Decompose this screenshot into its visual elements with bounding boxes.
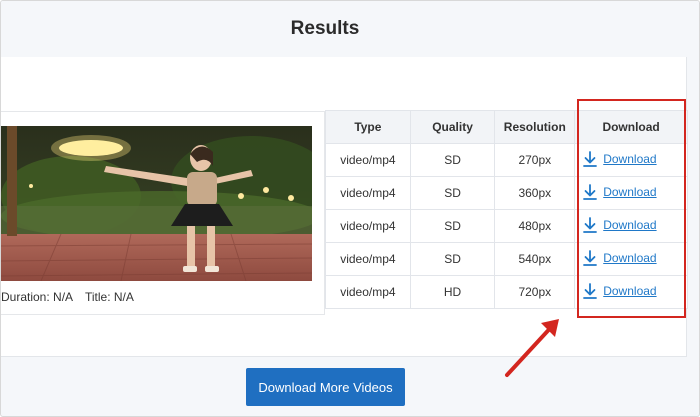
annotation-arrow-icon: [505, 319, 559, 377]
cell-resolution: 270px: [494, 143, 576, 177]
cell-resolution: 360px: [494, 176, 576, 210]
download-link-label: Download: [603, 184, 657, 199]
video-thumbnail-image: [1, 126, 312, 281]
download-arrow-icon: [583, 249, 598, 266]
cell-type: video/mp4: [325, 242, 411, 276]
cell-resolution: 480px: [494, 209, 576, 243]
download-link[interactable]: Download: [583, 282, 657, 299]
download-link-label: Download: [603, 151, 657, 166]
download-arrow-icon: [583, 150, 598, 167]
header-type: Type: [325, 110, 411, 144]
results-title: Results: [290, 18, 360, 39]
cell-type: video/mp4: [325, 209, 411, 243]
download-arrow-icon: [583, 183, 598, 200]
cell-type: video/mp4: [325, 275, 411, 309]
cell-type: video/mp4: [325, 176, 411, 210]
download-link-label: Download: [603, 217, 657, 232]
download-more-videos-button[interactable]: Download More Videos: [246, 368, 405, 406]
download-link-label: Download: [603, 283, 657, 298]
download-link-label: Download: [603, 250, 657, 265]
cell-quality: SD: [409, 242, 496, 276]
download-arrow-icon: [583, 282, 598, 299]
header-resolution: Resolution: [494, 110, 576, 144]
video-meta: Duration: N/A Title: N/A: [1, 290, 321, 306]
cell-resolution: 540px: [494, 242, 576, 276]
video-thumbnail[interactable]: [1, 126, 312, 281]
table-row: video/mp4 SD 270px Download: [325, 143, 688, 177]
download-link[interactable]: Download: [583, 249, 657, 266]
download-link[interactable]: Download: [583, 183, 657, 200]
cell-quality: SD: [409, 209, 496, 243]
download-link[interactable]: Download: [583, 150, 657, 167]
table-header-row: Type Quality Resolution Download: [325, 110, 688, 144]
formats-table: Type Quality Resolution Download video/m…: [325, 110, 688, 309]
video-card: Duration: N/A Title: N/A: [1, 111, 325, 315]
cell-quality: SD: [409, 143, 496, 177]
video-title: Title: N/A: [85, 290, 134, 304]
header-quality: Quality: [409, 110, 496, 144]
table-row: video/mp4 SD 360px Download: [325, 176, 688, 210]
cell-quality: SD: [409, 176, 496, 210]
page: Results Duration: N/A Title: N/A Type Qu…: [0, 0, 700, 417]
cell-download: Download: [574, 275, 688, 309]
table-row: video/mp4 SD 480px Download: [325, 209, 688, 243]
right-gutter: [687, 57, 699, 357]
download-arrow-icon: [583, 216, 598, 233]
cell-quality: HD: [409, 275, 496, 309]
cell-download: Download: [574, 143, 688, 177]
header-area: Results: [1, 1, 699, 57]
video-duration: Duration: N/A: [1, 290, 74, 304]
cell-resolution: 720px: [494, 275, 576, 309]
cell-download: Download: [574, 209, 688, 243]
table-row: video/mp4 SD 540px Download: [325, 242, 688, 276]
header-download: Download: [574, 110, 688, 144]
cell-download: Download: [574, 242, 688, 276]
download-link[interactable]: Download: [583, 216, 657, 233]
cell-download: Download: [574, 176, 688, 210]
cell-type: video/mp4: [325, 143, 411, 177]
table-row: video/mp4 HD 720px Download: [325, 275, 688, 309]
